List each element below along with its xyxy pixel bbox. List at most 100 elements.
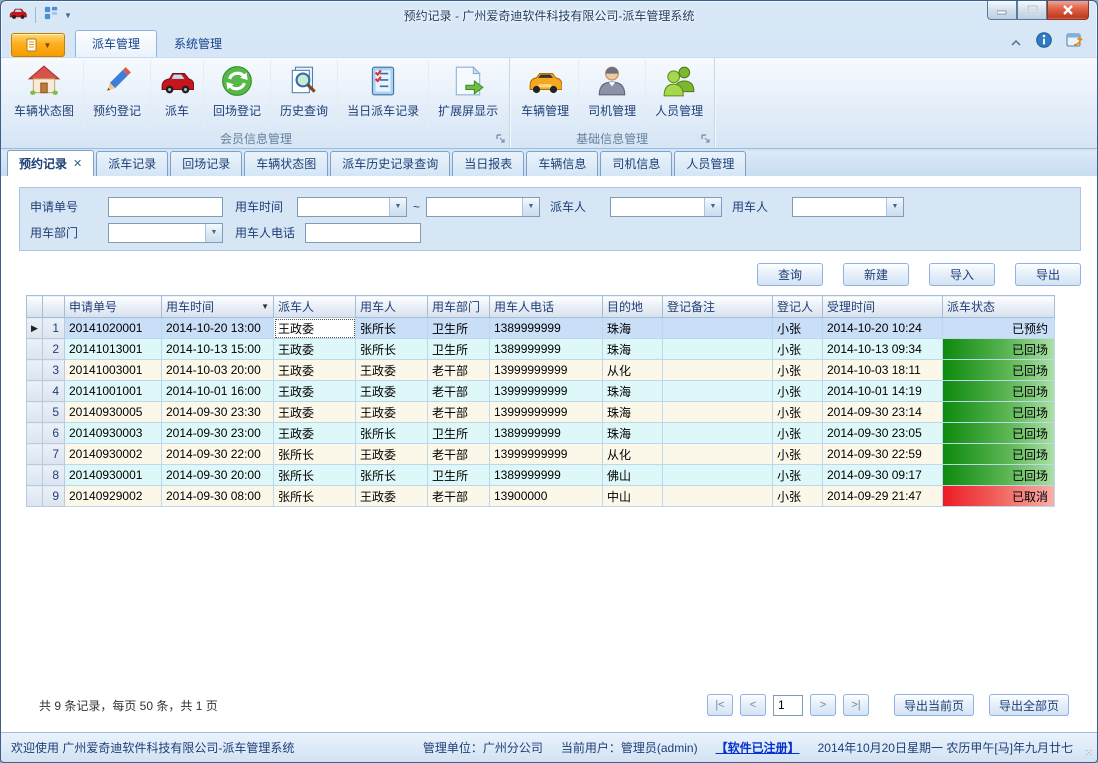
cell-status[interactable]: 已回场 bbox=[943, 381, 1055, 402]
cell-remark[interactable] bbox=[663, 423, 773, 444]
resize-grip[interactable]: ⁙ bbox=[1085, 748, 1094, 759]
ribbon-tab-dispatch[interactable]: 派车管理 bbox=[75, 30, 157, 57]
cell-phone[interactable]: 13999999999 bbox=[490, 360, 603, 381]
toolbar-dropdown-icon[interactable]: ▼ bbox=[64, 11, 72, 20]
cell-dept[interactable]: 老干部 bbox=[428, 381, 490, 402]
column-header[interactable]: 目的地 bbox=[603, 296, 663, 318]
cell-dispatcher[interactable]: 王政委 bbox=[274, 318, 356, 339]
user-select[interactable]: ▼ bbox=[792, 197, 904, 217]
maximize-button[interactable] bbox=[1017, 1, 1047, 20]
cell-dest[interactable]: 珠海 bbox=[603, 402, 663, 423]
cell-registrar[interactable]: 小张 bbox=[773, 486, 823, 507]
column-header[interactable]: 用车时间▼ bbox=[162, 296, 274, 318]
sort-filter-icon[interactable]: ▼ bbox=[261, 302, 269, 311]
cell-registrar[interactable]: 小张 bbox=[773, 423, 823, 444]
import-button[interactable]: 导入 bbox=[929, 263, 995, 286]
cell-order_no[interactable]: 20141001001 bbox=[65, 381, 162, 402]
cell-dest[interactable]: 中山 bbox=[603, 486, 663, 507]
cell-use_time[interactable]: 2014-10-13 15:00 bbox=[162, 339, 274, 360]
cell-remark[interactable] bbox=[663, 339, 773, 360]
cell-use_time[interactable]: 2014-10-20 13:00 bbox=[162, 318, 274, 339]
row-number[interactable]: 8 bbox=[43, 465, 65, 486]
cell-use_time[interactable]: 2014-09-30 23:00 bbox=[162, 423, 274, 444]
cell-user[interactable]: 张所长 bbox=[356, 423, 428, 444]
cell-use_time[interactable]: 2014-09-30 23:30 bbox=[162, 402, 274, 423]
table-row[interactable]: 4201410010012014-10-01 16:00王政委王政委老干部139… bbox=[27, 381, 1055, 402]
cell-phone[interactable]: 1389999999 bbox=[490, 318, 603, 339]
cell-registrar[interactable]: 小张 bbox=[773, 381, 823, 402]
cell-remark[interactable] bbox=[663, 486, 773, 507]
cell-phone[interactable]: 1389999999 bbox=[490, 339, 603, 360]
cell-status[interactable]: 已回场 bbox=[943, 423, 1055, 444]
cell-remark[interactable] bbox=[663, 465, 773, 486]
dialog-launcher-icon[interactable] bbox=[701, 132, 710, 146]
cell-order_no[interactable]: 20140929002 bbox=[65, 486, 162, 507]
cell-remark[interactable] bbox=[663, 318, 773, 339]
doc-tab-1[interactable]: 派车记录 bbox=[96, 151, 168, 176]
row-number[interactable]: 5 bbox=[43, 402, 65, 423]
page-number-input[interactable] bbox=[773, 695, 803, 716]
doc-tab-7[interactable]: 司机信息 bbox=[600, 151, 672, 176]
row-number[interactable]: 1 bbox=[43, 318, 65, 339]
phone-input[interactable] bbox=[305, 223, 421, 243]
cell-status[interactable]: 已回场 bbox=[943, 402, 1055, 423]
cell-registrar[interactable]: 小张 bbox=[773, 339, 823, 360]
app-menu-button[interactable]: ▼ bbox=[11, 33, 65, 57]
cell-user[interactable]: 王政委 bbox=[356, 360, 428, 381]
doc-tab-5[interactable]: 当日报表 bbox=[452, 151, 524, 176]
cell-order_no[interactable]: 20140930002 bbox=[65, 444, 162, 465]
row-number[interactable]: 9 bbox=[43, 486, 65, 507]
prev-page-button[interactable]: < bbox=[740, 694, 766, 716]
cell-dispatcher[interactable]: 张所长 bbox=[274, 486, 356, 507]
row-indicator[interactable] bbox=[27, 381, 43, 402]
today-dispatch-records-button[interactable]: 当日派车记录 bbox=[338, 60, 429, 130]
dialog-launcher-icon[interactable] bbox=[496, 132, 505, 146]
cell-remark[interactable] bbox=[663, 381, 773, 402]
cell-user[interactable]: 张所长 bbox=[356, 339, 428, 360]
row-indicator[interactable]: ▶ bbox=[27, 318, 43, 339]
column-header[interactable]: 登记备注 bbox=[663, 296, 773, 318]
vehicle-status-map-button[interactable]: 车辆状态图 bbox=[5, 60, 84, 130]
cell-order_no[interactable]: 20141003001 bbox=[65, 360, 162, 381]
cell-phone[interactable]: 1389999999 bbox=[490, 465, 603, 486]
cell-user[interactable]: 张所长 bbox=[356, 318, 428, 339]
cell-user[interactable]: 王政委 bbox=[356, 444, 428, 465]
cell-dept[interactable]: 老干部 bbox=[428, 486, 490, 507]
row-number[interactable]: 2 bbox=[43, 339, 65, 360]
row-indicator[interactable] bbox=[27, 339, 43, 360]
table-row[interactable]: 3201410030012014-10-03 20:00王政委王政委老干部139… bbox=[27, 360, 1055, 381]
cell-registrar[interactable]: 小张 bbox=[773, 318, 823, 339]
doc-tab-4[interactable]: 派车历史记录查询 bbox=[330, 151, 450, 176]
row-indicator[interactable] bbox=[27, 444, 43, 465]
cell-dest[interactable]: 佛山 bbox=[603, 465, 663, 486]
cell-dept[interactable]: 老干部 bbox=[428, 444, 490, 465]
cell-dispatcher[interactable]: 张所长 bbox=[274, 444, 356, 465]
column-header[interactable]: 申请单号 bbox=[65, 296, 162, 318]
cell-order_no[interactable]: 20140930001 bbox=[65, 465, 162, 486]
row-indicator[interactable] bbox=[27, 465, 43, 486]
help-window-icon[interactable] bbox=[1066, 32, 1083, 53]
table-row[interactable]: 8201409300012014-09-30 20:00张所长张所长卫生所138… bbox=[27, 465, 1055, 486]
cell-remark[interactable] bbox=[663, 444, 773, 465]
cell-registrar[interactable]: 小张 bbox=[773, 402, 823, 423]
cell-dept[interactable]: 卫生所 bbox=[428, 423, 490, 444]
dispatch-button[interactable]: 派车 bbox=[151, 60, 204, 130]
cell-user[interactable]: 张所长 bbox=[356, 465, 428, 486]
chevron-down-icon[interactable]: ▼ bbox=[704, 198, 721, 216]
cell-dept[interactable]: 卫生所 bbox=[428, 339, 490, 360]
close-button[interactable] bbox=[1047, 1, 1089, 20]
cell-dept[interactable]: 老干部 bbox=[428, 402, 490, 423]
ribbon-tab-system[interactable]: 系统管理 bbox=[157, 30, 239, 57]
cell-use_time[interactable]: 2014-10-03 20:00 bbox=[162, 360, 274, 381]
export-all-pages-button[interactable]: 导出全部页 bbox=[989, 694, 1069, 716]
collapse-ribbon-icon[interactable] bbox=[1010, 34, 1022, 52]
use-time-from-select[interactable]: ▼ bbox=[297, 197, 407, 217]
column-header[interactable]: 派车人 bbox=[274, 296, 356, 318]
cell-dispatcher[interactable]: 张所长 bbox=[274, 465, 356, 486]
table-row[interactable]: 6201409300032014-09-30 23:00王政委张所长卫生所138… bbox=[27, 423, 1055, 444]
cell-accept_time[interactable]: 2014-09-30 23:14 bbox=[823, 402, 943, 423]
row-number[interactable]: 3 bbox=[43, 360, 65, 381]
personnel-manage-button[interactable]: 人员管理 bbox=[646, 60, 712, 130]
column-header[interactable] bbox=[43, 296, 65, 318]
column-header[interactable]: 派车状态 bbox=[943, 296, 1055, 318]
